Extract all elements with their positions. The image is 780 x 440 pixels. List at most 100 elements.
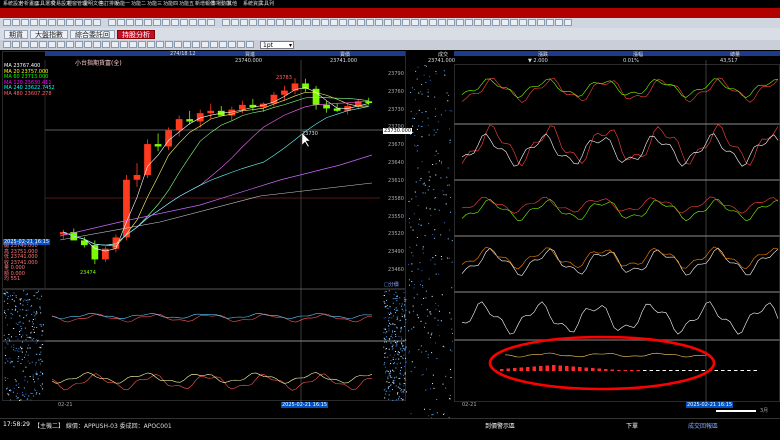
toolbar-button-icon[interactable] xyxy=(222,19,230,26)
toolbar-button-icon[interactable] xyxy=(564,19,572,26)
right-panel-5[interactable] xyxy=(454,292,780,340)
toolbar-button-icon[interactable] xyxy=(465,19,473,26)
toolbar-button-icon[interactable] xyxy=(93,19,101,26)
tab-0[interactable]: 期貨 xyxy=(4,30,28,39)
toolbar-button-icon[interactable] xyxy=(402,19,410,26)
toolbar-button-icon[interactable] xyxy=(510,19,518,26)
toolbar-button-icon[interactable] xyxy=(30,19,38,26)
toolbar-button-icon[interactable] xyxy=(144,19,152,26)
menu-item[interactable]: 功能二 xyxy=(131,0,146,8)
menu-item[interactable]: 功能三 xyxy=(147,0,162,8)
chart-tool-icon[interactable] xyxy=(147,41,155,48)
chart-tool-icon[interactable] xyxy=(39,41,47,48)
right-panel-2[interactable] xyxy=(454,124,780,180)
chart-tool-icon[interactable] xyxy=(246,41,254,48)
toolbar-button-icon[interactable] xyxy=(519,19,527,26)
price-alert-button[interactable]: 到價警示區 xyxy=(485,421,515,430)
toolbar-button-icon[interactable] xyxy=(258,19,266,26)
toolbar-button-icon[interactable] xyxy=(393,19,401,26)
toolbar-button-icon[interactable] xyxy=(366,19,374,26)
toolbar-button-icon[interactable] xyxy=(330,19,338,26)
chart-tool-icon[interactable] xyxy=(237,41,245,48)
toolbar-button-icon[interactable] xyxy=(348,19,356,26)
toolbar-button-icon[interactable] xyxy=(66,19,74,26)
toolbar-button-icon[interactable] xyxy=(420,19,428,26)
toolbar-button-icon[interactable] xyxy=(207,19,215,26)
chart-tool-icon[interactable] xyxy=(120,41,128,48)
chart-tool-icon[interactable] xyxy=(3,41,11,48)
toolbar-button-icon[interactable] xyxy=(285,19,293,26)
toolbar-button-icon[interactable] xyxy=(153,19,161,26)
toolbar-button-icon[interactable] xyxy=(135,19,143,26)
indicator-panel-1[interactable] xyxy=(2,289,406,341)
toolbar-button-icon[interactable] xyxy=(528,19,536,26)
toolbar-button-icon[interactable] xyxy=(357,19,365,26)
toolbar-button-icon[interactable] xyxy=(240,19,248,26)
menu-item[interactable]: 功能五 xyxy=(179,0,194,8)
toolbar-button-icon[interactable] xyxy=(303,19,311,26)
menu-item[interactable]: 功能四 xyxy=(163,0,178,8)
chart-tool-icon[interactable] xyxy=(228,41,236,48)
scroll-slider[interactable] xyxy=(716,410,756,412)
chart-tool-icon[interactable] xyxy=(138,41,146,48)
toolbar-button-icon[interactable] xyxy=(189,19,197,26)
right-panel-6[interactable] xyxy=(454,340,780,402)
order-button[interactable]: 下單 xyxy=(626,421,638,430)
toolbar-button-icon[interactable] xyxy=(57,19,65,26)
toolbar-button-icon[interactable] xyxy=(84,19,92,26)
tab-1[interactable]: 大盤指數 xyxy=(30,30,68,39)
menu-item[interactable]: 工具列 xyxy=(259,0,274,8)
chart-tool-icon[interactable] xyxy=(102,41,110,48)
chart-tool-icon[interactable] xyxy=(111,41,119,48)
toolbar-button-icon[interactable] xyxy=(39,19,47,26)
chart-tool-icon[interactable] xyxy=(66,41,74,48)
right-panel-3[interactable] xyxy=(454,180,780,236)
toolbar-button-icon[interactable] xyxy=(546,19,554,26)
right-panel-1[interactable] xyxy=(454,64,780,124)
toolbar-button-icon[interactable] xyxy=(312,19,320,26)
toolbar-button-icon[interactable] xyxy=(474,19,482,26)
chart-tool-icon[interactable] xyxy=(93,41,101,48)
toolbar-button-icon[interactable] xyxy=(501,19,509,26)
chart-tool-icon[interactable] xyxy=(210,41,218,48)
toolbar-button-icon[interactable] xyxy=(456,19,464,26)
toolbar-button-icon[interactable] xyxy=(48,19,56,26)
toolbar-button-icon[interactable] xyxy=(267,19,275,26)
chart-tool-icon[interactable] xyxy=(165,41,173,48)
toolbar-button-icon[interactable] xyxy=(447,19,455,26)
toolbar-button-icon[interactable] xyxy=(339,19,347,26)
toolbar-button-icon[interactable] xyxy=(411,19,419,26)
legend-button[interactable]: □分價 xyxy=(384,281,399,288)
toolbar-button-icon[interactable] xyxy=(162,19,170,26)
chart-tool-icon[interactable] xyxy=(174,41,182,48)
toolbar-button-icon[interactable] xyxy=(375,19,383,26)
toolbar-button-icon[interactable] xyxy=(492,19,500,26)
chart-tool-icon[interactable] xyxy=(75,41,83,48)
chart-tool-icon[interactable] xyxy=(183,41,191,48)
toolbar-button-icon[interactable] xyxy=(276,19,284,26)
chart-tool-icon[interactable] xyxy=(57,41,65,48)
toolbar-button-icon[interactable] xyxy=(249,19,257,26)
tab-3[interactable]: 持股分析 xyxy=(117,30,155,39)
chart-tool-icon[interactable] xyxy=(156,41,164,48)
toolbar-button-icon[interactable] xyxy=(555,19,563,26)
toolbar-button-icon[interactable] xyxy=(21,19,29,26)
toolbar-button-icon[interactable] xyxy=(12,19,20,26)
chart-tool-icon[interactable] xyxy=(84,41,92,48)
fill-report-button[interactable]: 成交回報區 xyxy=(688,421,718,430)
menu-item[interactable]: 其他 xyxy=(227,0,237,8)
toolbar-button-icon[interactable] xyxy=(294,19,302,26)
toolbar-button-icon[interactable] xyxy=(384,19,392,26)
toolbar-button-icon[interactable] xyxy=(438,19,446,26)
toolbar-button-icon[interactable] xyxy=(117,19,125,26)
chart-tool-icon[interactable] xyxy=(30,41,38,48)
tab-2[interactable]: 綜合委託回 xyxy=(70,30,115,39)
period-dropdown[interactable]: 1pt ▾ xyxy=(260,41,294,49)
right-panel-4[interactable] xyxy=(454,236,780,292)
toolbar-button-icon[interactable] xyxy=(180,19,188,26)
toolbar-button-icon[interactable] xyxy=(231,19,239,26)
chart-tool-icon[interactable] xyxy=(219,41,227,48)
indicator-panel-2[interactable] xyxy=(2,341,406,401)
toolbar-button-icon[interactable] xyxy=(537,19,545,26)
toolbar-button-icon[interactable] xyxy=(198,19,206,26)
